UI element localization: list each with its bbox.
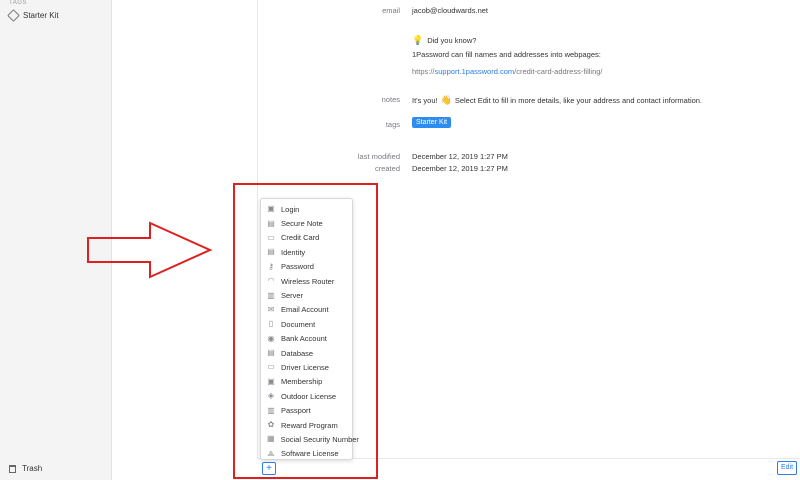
menu-item-label: Email Account	[281, 305, 329, 315]
support-link[interactable]: https://support.1password.com/credit-car…	[412, 67, 603, 76]
menu-item-driver-license[interactable]: ▭ Driver License	[261, 360, 352, 374]
tags-section-header: TAGS	[9, 0, 27, 6]
driver-license-icon: ▭	[267, 362, 275, 372]
menu-item-ssn[interactable]: ▦ Social Security Number	[261, 432, 359, 446]
notes-value: It's you! 👋 Select Edit to fill in more …	[412, 95, 702, 106]
tag-badge[interactable]: Starter Kit	[412, 117, 452, 128]
menu-item-label: Server	[281, 291, 304, 301]
lightbulb-icon: 💡	[412, 35, 424, 45]
created-label: created	[374, 164, 400, 173]
email-account-icon: ✉	[267, 304, 275, 314]
menu-item-email-account[interactable]: ✉ Email Account	[261, 303, 352, 317]
menu-item-label: Database	[281, 348, 314, 358]
menu-item-label: Password	[281, 262, 314, 272]
menu-item-label: Social Security Number	[280, 434, 359, 444]
membership-icon: ▣	[267, 376, 275, 386]
edit-button[interactable]: Edit	[777, 461, 797, 475]
bank-account-icon: ◉	[267, 333, 275, 343]
notes-label: notes	[381, 95, 400, 104]
login-icon: ▣	[267, 204, 275, 214]
menu-item-label: Membership	[281, 377, 323, 387]
waving-hand-icon: 👋	[440, 95, 452, 105]
tags-label: tags	[385, 120, 400, 129]
add-item-button[interactable]: +	[262, 462, 276, 475]
menu-item-wireless-router[interactable]: ◠ Wireless Router	[261, 274, 352, 288]
database-icon: ▤	[267, 348, 275, 358]
document-icon: ▯	[268, 319, 274, 329]
menu-item-passport[interactable]: ▥ Passport	[261, 403, 352, 417]
menu-item-label: Wireless Router	[281, 276, 335, 286]
menu-item-label: Software License	[281, 449, 339, 459]
bottom-toolbar	[257, 458, 800, 480]
menu-item-label: Login	[281, 204, 300, 214]
outdoor-license-icon: ◈	[267, 391, 275, 401]
menu-item-label: Reward Program	[281, 420, 338, 430]
link-domain[interactable]: support.1password.com	[435, 67, 515, 76]
sidebar-item-trash[interactable]: Trash	[9, 464, 42, 473]
menu-item-label: Credit Card	[281, 233, 320, 243]
menu-item-outdoor-license[interactable]: ◈ Outdoor License	[261, 389, 352, 403]
software-license-icon: ⟁	[267, 448, 275, 458]
last-modified-label: last modified	[357, 152, 400, 161]
menu-item-label: Secure Note	[281, 219, 323, 229]
menu-item-login[interactable]: ▣ Login	[261, 202, 352, 216]
email-label: email	[382, 6, 400, 15]
menu-item-label: Outdoor License	[281, 391, 337, 401]
tag-icon	[7, 9, 20, 22]
ssn-icon: ▦	[267, 434, 275, 444]
menu-item-bank-account[interactable]: ◉ Bank Account	[261, 332, 352, 346]
password-icon: ⚷	[268, 261, 274, 271]
menu-item-label: Passport	[281, 406, 311, 416]
menu-item-label: Bank Account	[281, 334, 327, 344]
menu-item-document[interactable]: ▯ Document	[261, 317, 352, 331]
notes-text-start: It's you!	[412, 96, 438, 105]
sidebar-tag-starter-kit[interactable]: Starter Kit	[7, 9, 59, 22]
identity-icon: ▤	[267, 247, 275, 257]
passport-icon: ▥	[267, 405, 275, 415]
created-value: December 12, 2019 1:27 PM	[412, 164, 508, 173]
credit-card-icon: ▭	[267, 232, 275, 242]
menu-item-credit-card[interactable]: ▭ Credit Card	[261, 231, 352, 245]
did-you-know: 💡 Did you know?	[412, 35, 476, 46]
sidebar: TAGS Starter Kit Trash	[0, 0, 112, 480]
menu-item-label: Document	[281, 319, 316, 329]
menu-item-membership[interactable]: ▣ Membership	[261, 375, 352, 389]
menu-item-software-license[interactable]: ⟁ Software License	[261, 447, 352, 461]
menu-item-database[interactable]: ▤ Database	[261, 346, 352, 360]
menu-item-password[interactable]: ⚷ Password	[261, 260, 352, 274]
menu-item-label: Identity	[281, 247, 306, 257]
new-item-menu: ▣ Login ▤ Secure Note ▭ Credit Card ▤ Identity ⚷…	[260, 198, 359, 461]
menu-item-server[interactable]: ▥ Server	[261, 288, 352, 302]
fill-info-text: 1Password can fill names and addresses i…	[412, 50, 601, 59]
trash-icon	[9, 464, 16, 473]
item-detail-pane: email jacob@cloudwards.net 💡 Did you kno…	[112, 0, 800, 480]
menu-item-identity[interactable]: ▤ Identity	[261, 245, 352, 259]
menu-item-secure-note[interactable]: ▤ Secure Note	[261, 216, 352, 230]
link-suffix: /credit-card-address-filling/	[514, 67, 603, 76]
server-icon: ▥	[267, 290, 275, 300]
menu-item-reward-program[interactable]: ✿ Reward Program	[261, 418, 352, 432]
sidebar-item-label: Trash	[22, 464, 43, 473]
sidebar-tag-label: Starter Kit	[23, 11, 59, 20]
wireless-router-icon: ◠	[267, 276, 275, 286]
reward-program-icon: ✿	[267, 420, 275, 430]
notes-text-rest: Select Edit to fill in more details, lik…	[454, 96, 703, 105]
did-you-know-text: Did you know?	[427, 36, 477, 45]
link-prefix: https://	[412, 67, 435, 76]
email-value[interactable]: jacob@cloudwards.net	[412, 6, 488, 15]
secure-note-icon: ▤	[267, 218, 275, 228]
last-modified-value: December 12, 2019 1:27 PM	[412, 152, 508, 161]
menu-item-label: Driver License	[281, 362, 329, 372]
